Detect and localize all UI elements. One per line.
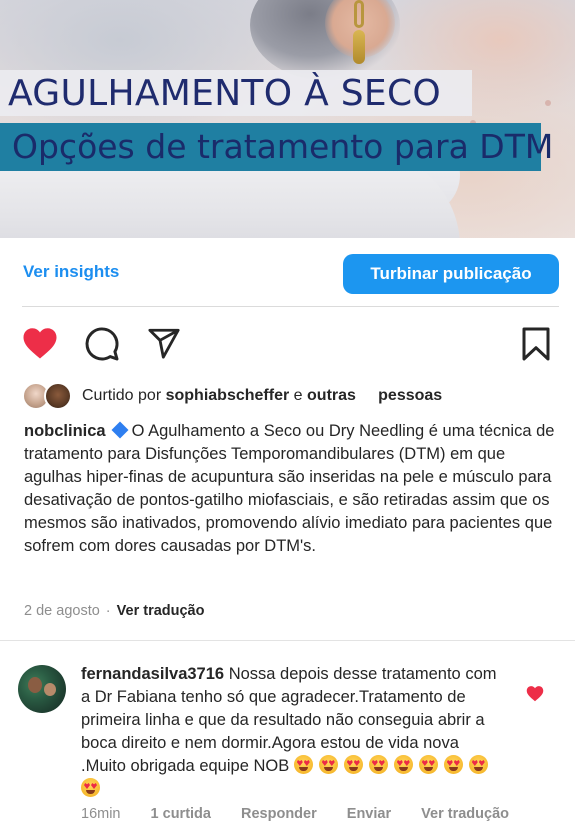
comment-likes[interactable]: 1 curtida <box>151 806 211 822</box>
paper-plane-icon[interactable] <box>146 326 182 360</box>
heart-eyes-emoji-icon <box>81 778 100 797</box>
heart-eyes-emoji-icon <box>343 755 363 774</box>
liked-by-user[interactable]: sophiabscheffer <box>166 387 290 404</box>
liked-by-text[interactable]: Curtido por sophiabscheffer e outras pes… <box>82 387 442 405</box>
boost-post-button[interactable]: Turbinar publicação <box>343 254 559 294</box>
comment-time: 16min <box>81 806 121 822</box>
reply-button[interactable]: Responder <box>241 806 317 822</box>
comment-bubble-icon[interactable] <box>84 326 120 362</box>
heart-eyes-emoji-icon <box>443 755 463 774</box>
image-subtitle: Opções de tratamento para DTM <box>12 127 554 166</box>
meta-separator: · <box>105 603 111 619</box>
heart-eyes-emoji-icon <box>393 755 413 774</box>
post-image[interactable] <box>0 0 575 238</box>
send-button[interactable]: Enviar <box>347 806 391 822</box>
liked-by-others[interactable]: outras <box>307 387 356 404</box>
avatar-face <box>44 683 56 696</box>
liked-by-suffix[interactable]: pessoas <box>378 387 442 404</box>
avatar-face <box>28 677 42 693</box>
see-translation-link[interactable]: Ver tradução <box>421 806 509 822</box>
comment: fernandasilva3716 Nossa depois desse tra… <box>81 663 501 801</box>
bookmark-icon[interactable] <box>520 326 552 362</box>
liked-by-prefix: Curtido por <box>82 387 162 404</box>
heart-eyes-emoji-icon <box>293 755 313 774</box>
heart-filled-icon[interactable] <box>526 685 544 702</box>
caption-username[interactable]: nobclinica <box>24 422 106 440</box>
heart-eyes-emoji-icon <box>468 755 488 774</box>
liker-avatar[interactable] <box>44 382 72 410</box>
skin-mark <box>545 100 551 106</box>
heart-filled-icon[interactable] <box>22 326 58 360</box>
liked-by-connector: e <box>293 387 303 404</box>
heart-eyes-emoji-icon <box>368 755 388 774</box>
view-insights-link[interactable]: Ver insights <box>23 262 119 282</box>
see-translation-link[interactable]: Ver tradução <box>117 603 205 619</box>
commenter-avatar[interactable] <box>18 665 66 713</box>
image-title: AGULHAMENTO À SECO <box>8 73 442 114</box>
comment-meta: 16min 1 curtida Responder Enviar Ver tra… <box>81 806 535 822</box>
heart-eyes-emoji-icon <box>418 755 438 774</box>
heart-eyes-emoji-icon <box>318 755 338 774</box>
blue-diamond-icon <box>111 421 129 439</box>
post-date: 2 de agosto <box>24 603 100 619</box>
earring-shape <box>350 0 368 70</box>
caption-text: O Agulhamento a Seco ou Dry Needling é u… <box>24 422 555 555</box>
comment-username[interactable]: fernandasilva3716 <box>81 665 224 683</box>
post-meta: 2 de agosto · Ver tradução <box>24 603 204 619</box>
divider <box>22 306 559 307</box>
divider <box>0 640 575 641</box>
post-caption: nobclinica O Agulhamento a Seco ou Dry Ne… <box>24 420 560 558</box>
